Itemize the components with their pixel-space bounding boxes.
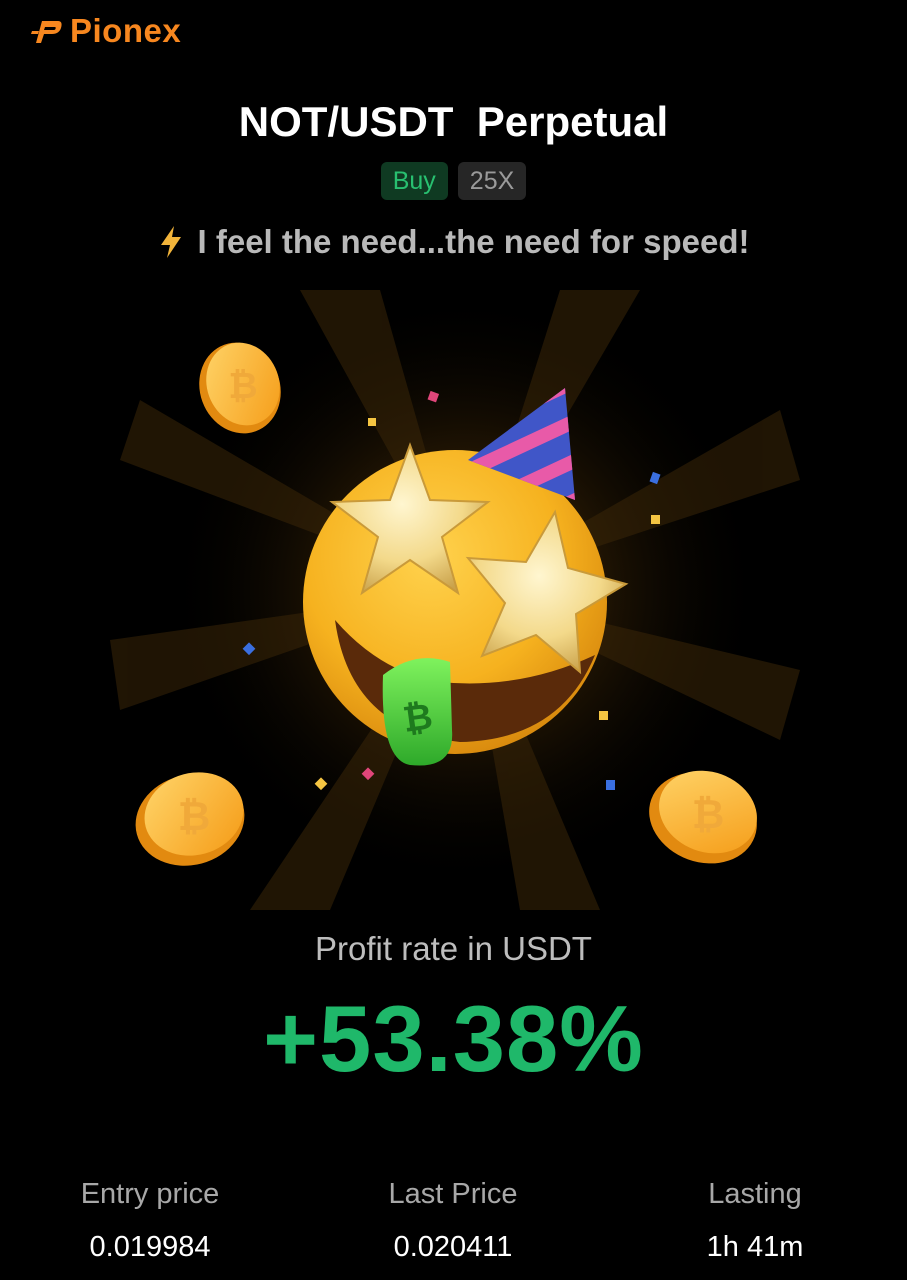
pair-symbol: NOT/USDT (238, 98, 454, 145)
svg-text:₿: ₿ (692, 792, 725, 838)
lightning-bolt-icon (160, 226, 181, 258)
stat-label: Entry price (80, 1178, 220, 1210)
stat-lasting: Lasting 1h 41m (605, 1178, 905, 1264)
brand-name: Pionex (70, 12, 182, 49)
stat-label: Lasting (708, 1178, 802, 1210)
stat-value: 0.019984 (89, 1231, 211, 1263)
celebration-illustration: ₿ ₿ ₿ ₿ (110, 290, 800, 910)
svg-text:₿: ₿ (400, 696, 435, 741)
stat-entry-price: Entry price 0.019984 (0, 1178, 300, 1264)
stat-value: 0.020411 (393, 1231, 513, 1263)
contract-type: Perpetual (476, 98, 669, 145)
profit-rate-label: Profit rate in USDT (315, 930, 592, 967)
slogan-text: I feel the need...the need for speed! (197, 223, 750, 260)
pionex-logo-icon (31, 21, 62, 43)
slogan: I feel the need...the need for speed! (0, 223, 907, 261)
side-badge: Buy (380, 162, 448, 200)
svg-text:₿: ₿ (178, 794, 211, 840)
leverage-badge: 25X (457, 162, 527, 200)
stat-label: Last Price (388, 1178, 518, 1210)
pionex-logo: Pionex (30, 12, 181, 50)
profit-rate-value: +53.38% (263, 986, 644, 1091)
stat-last-price: Last Price 0.020411 (303, 1178, 603, 1264)
stat-value: 1h 41m (706, 1231, 804, 1263)
position-badges: Buy 25X (0, 162, 907, 200)
page-title: NOT/USDT Perpetual (0, 98, 907, 146)
svg-text:₿: ₿ (228, 366, 257, 407)
